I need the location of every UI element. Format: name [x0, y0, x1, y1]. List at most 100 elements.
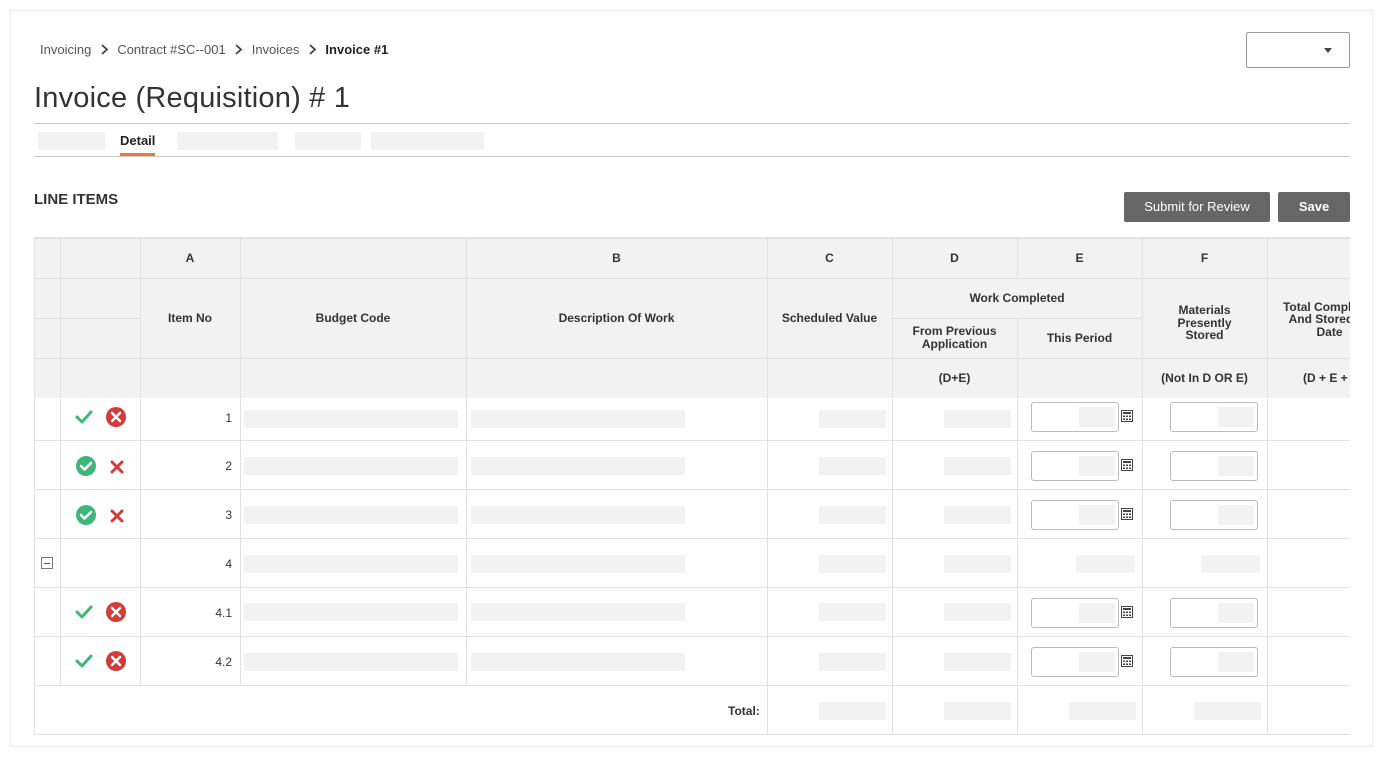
grid-line: [35, 636, 1350, 637]
header-materials-stored[interactable]: Materials Presently Stored: [1157, 288, 1252, 358]
materials-input[interactable]: [1170, 402, 1258, 432]
reject-circle-icon[interactable]: [105, 650, 127, 672]
column-letter-e: E: [1075, 251, 1084, 266]
scheduled-value-placeholder: [819, 603, 886, 621]
materials-input[interactable]: [1170, 451, 1258, 481]
from-previous-placeholder: [944, 603, 1011, 621]
description-placeholder: [471, 603, 685, 621]
calculator-icon[interactable]: [1121, 410, 1133, 422]
submit-for-review-button[interactable]: Submit for Review: [1124, 192, 1270, 222]
from-previous-placeholder: [944, 506, 1011, 524]
header-total-completed[interactable]: Total Completed And Stored To Date: [1277, 281, 1350, 358]
page-title: Invoice (Requisition) # 1: [34, 82, 351, 114]
scheduled-value-placeholder: [819, 457, 886, 475]
tab-detail[interactable]: Detail: [120, 124, 156, 156]
reject-circle-icon[interactable]: [105, 406, 127, 428]
budget-code-placeholder: [244, 410, 458, 428]
approve-check-icon[interactable]: [75, 605, 93, 619]
grid-line: [35, 685, 1350, 686]
total-this-period-placeholder: [1069, 702, 1136, 720]
item-no-1: 1: [225, 411, 232, 425]
breadcrumb-invoicing[interactable]: Invoicing: [40, 42, 91, 57]
this-period-placeholder: [1076, 555, 1135, 573]
this-period-input[interactable]: [1031, 647, 1119, 677]
this-period-input[interactable]: [1031, 402, 1119, 432]
this-period-input[interactable]: [1031, 598, 1119, 628]
this-period-input[interactable]: [1031, 451, 1119, 481]
grid-line: [1017, 318, 1018, 735]
chevron-right-icon: [299, 44, 325, 55]
scheduled-value-placeholder: [819, 555, 886, 573]
total-scheduled-placeholder: [819, 702, 886, 720]
tab-placeholder[interactable]: [177, 132, 278, 150]
grid-line: [35, 318, 140, 319]
tab-placeholder[interactable]: [371, 132, 484, 150]
item-no-4-2: 4.2: [215, 655, 232, 669]
line-items-table: A B C D E F Item No Budget Code Descript…: [34, 237, 1350, 735]
header-item-no[interactable]: Item No: [140, 278, 240, 358]
collapse-group-icon[interactable]: [41, 557, 53, 569]
item-no-4-1: 4.1: [215, 606, 232, 620]
tab-placeholder[interactable]: [38, 132, 105, 150]
calculator-icon[interactable]: [1121, 606, 1133, 618]
scheduled-value-placeholder: [819, 506, 886, 524]
grid-line: [35, 587, 1350, 588]
materials-input[interactable]: [1170, 500, 1258, 530]
grid-line: [1142, 239, 1143, 735]
column-letter-a: A: [185, 251, 195, 266]
header-this-period[interactable]: This Period: [1017, 318, 1142, 358]
this-period-input[interactable]: [1031, 500, 1119, 530]
from-previous-placeholder: [944, 457, 1011, 475]
save-button[interactable]: Save: [1278, 192, 1350, 222]
grid-line: [35, 538, 1350, 539]
materials-placeholder: [1201, 555, 1260, 573]
header-scheduled-value[interactable]: Scheduled Value: [767, 278, 892, 358]
item-no-2: 2: [225, 459, 232, 473]
item-no-3: 3: [225, 508, 232, 522]
from-previous-placeholder: [944, 653, 1011, 671]
item-no-4: 4: [225, 557, 232, 571]
description-placeholder: [471, 653, 685, 671]
tab-bar: Detail: [34, 124, 1350, 157]
reject-x-icon[interactable]: [110, 460, 124, 474]
calculator-icon[interactable]: [1121, 459, 1133, 471]
grid-line: [35, 489, 1350, 490]
from-previous-placeholder: [944, 410, 1011, 428]
description-placeholder: [471, 457, 685, 475]
column-letter-f: F: [1200, 251, 1209, 266]
breadcrumb-current: Invoice #1: [325, 42, 389, 57]
formula-d: (D+E): [938, 370, 971, 385]
caret-down-icon: [1324, 48, 1332, 53]
description-placeholder: [471, 410, 685, 428]
tab-detail-label: Detail: [120, 133, 156, 148]
grid-line: [1267, 239, 1268, 735]
budget-code-placeholder: [244, 506, 458, 524]
column-letter-b: B: [612, 251, 621, 266]
calculator-icon[interactable]: [1121, 655, 1133, 667]
approve-check-icon[interactable]: [75, 654, 93, 668]
total-label: Total:: [728, 704, 760, 718]
materials-input[interactable]: [1170, 598, 1258, 628]
reject-circle-icon[interactable]: [105, 601, 127, 623]
reject-x-icon[interactable]: [110, 509, 124, 523]
tab-placeholder[interactable]: [295, 132, 361, 150]
total-materials-placeholder: [1194, 702, 1261, 720]
approved-circle-icon[interactable]: [75, 504, 97, 526]
materials-input[interactable]: [1170, 647, 1258, 677]
header-from-previous[interactable]: From Previous Application: [907, 318, 1002, 358]
description-placeholder: [471, 506, 685, 524]
breadcrumb-invoices[interactable]: Invoices: [252, 42, 300, 57]
header-budget-code[interactable]: Budget Code: [240, 278, 466, 358]
actions-dropdown[interactable]: [1246, 32, 1350, 68]
description-placeholder: [471, 555, 685, 573]
total-from-previous-placeholder: [944, 702, 1011, 720]
breadcrumb: Invoicing Contract #SC--001 Invoices Inv…: [40, 42, 388, 57]
section-title: LINE ITEMS: [34, 191, 119, 208]
header-description[interactable]: Description Of Work: [466, 278, 767, 358]
header-work-completed: Work Completed: [969, 290, 1065, 305]
chevron-right-icon: [91, 44, 117, 55]
approved-circle-icon[interactable]: [75, 455, 97, 477]
breadcrumb-contract[interactable]: Contract #SC--001: [117, 42, 225, 57]
approve-check-icon[interactable]: [75, 410, 93, 424]
calculator-icon[interactable]: [1121, 508, 1133, 520]
